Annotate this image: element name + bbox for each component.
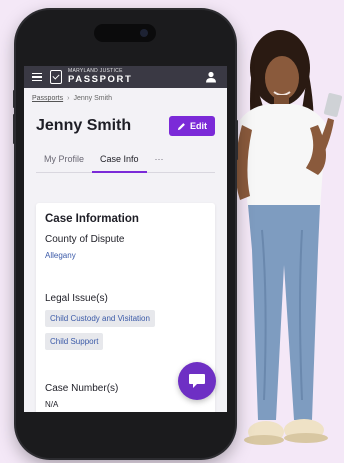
hamburger-menu-icon[interactable] — [32, 72, 42, 82]
app-screen: MARYLAND JUSTICE PASSPORT Passports › Jenn… — [24, 66, 227, 412]
county-label: County of Dispute — [45, 234, 125, 245]
tab-case-info[interactable]: Case Info — [92, 150, 147, 173]
breadcrumb-separator-icon: › — [67, 95, 70, 102]
logo-subtitle: MARYLAND JUSTICE — [68, 68, 123, 75]
logo-title: PASSPORT — [68, 74, 133, 86]
case-number-value: N/A — [45, 400, 59, 409]
breadcrumb: Passports › Jenny Smith — [24, 88, 227, 102]
phone-notch — [94, 24, 156, 42]
person-photo — [235, 30, 343, 445]
tab-more-icon[interactable]: ··· — [147, 150, 172, 172]
title-row: Jenny Smith Edit — [24, 102, 227, 136]
edit-button[interactable]: Edit — [169, 116, 215, 136]
pencil-icon — [177, 122, 185, 130]
edit-button-label: Edit — [190, 121, 207, 131]
breadcrumb-current: Jenny Smith — [73, 95, 112, 102]
chat-button[interactable] — [178, 362, 216, 400]
legal-issue-chip: Child Custody and Visitation — [45, 310, 155, 327]
card-heading: Case Information — [45, 213, 139, 225]
phone-frame: MARYLAND JUSTICE PASSPORT Passports › Jenn… — [13, 10, 238, 458]
app-header: MARYLAND JUSTICE PASSPORT — [24, 66, 227, 88]
county-value: Allegany — [45, 251, 76, 260]
page-title: Jenny Smith — [36, 117, 132, 134]
chat-icon — [189, 374, 205, 388]
profile-tabs: My Profile Case Info ··· — [36, 150, 215, 173]
app-logo[interactable]: MARYLAND JUSTICE PASSPORT — [68, 69, 132, 85]
user-account-icon[interactable] — [205, 71, 217, 83]
breadcrumb-passports-link[interactable]: Passports — [32, 95, 63, 102]
tab-my-profile[interactable]: My Profile — [36, 150, 92, 172]
legal-issues-label: Legal Issue(s) — [45, 293, 108, 304]
camera-icon — [140, 29, 148, 37]
legal-issue-chip: Child Support — [45, 333, 104, 350]
passport-logo-icon — [50, 70, 62, 84]
